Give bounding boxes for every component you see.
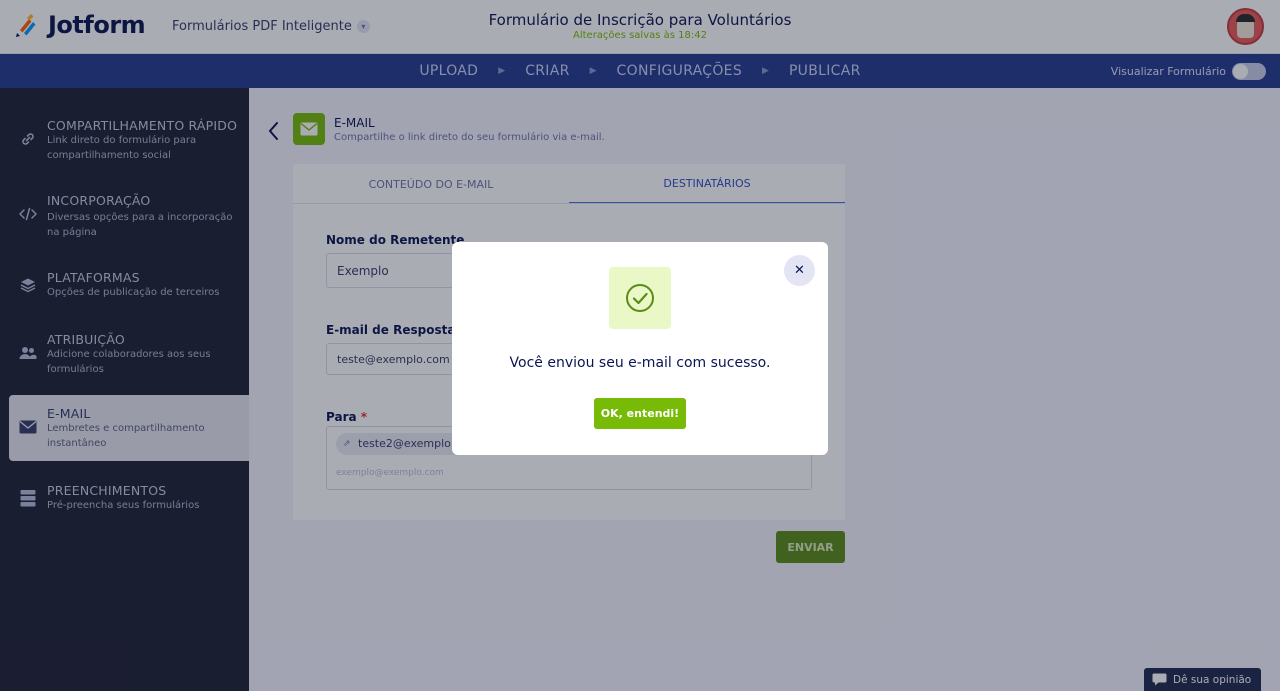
- success-badge: [609, 267, 671, 329]
- close-button[interactable]: ✕: [784, 255, 815, 286]
- success-dialog: ✕ Você enviou seu e-mail com sucesso. OK…: [452, 242, 828, 455]
- check-circle-icon: [626, 284, 654, 312]
- close-icon: ✕: [794, 263, 805, 278]
- app-window: Jotform Formulários PDF Inteligente ▾ Fo…: [0, 0, 1280, 691]
- ok-button[interactable]: OK, entendi!: [594, 398, 686, 429]
- success-message: Você enviou seu e-mail com sucesso.: [509, 355, 771, 371]
